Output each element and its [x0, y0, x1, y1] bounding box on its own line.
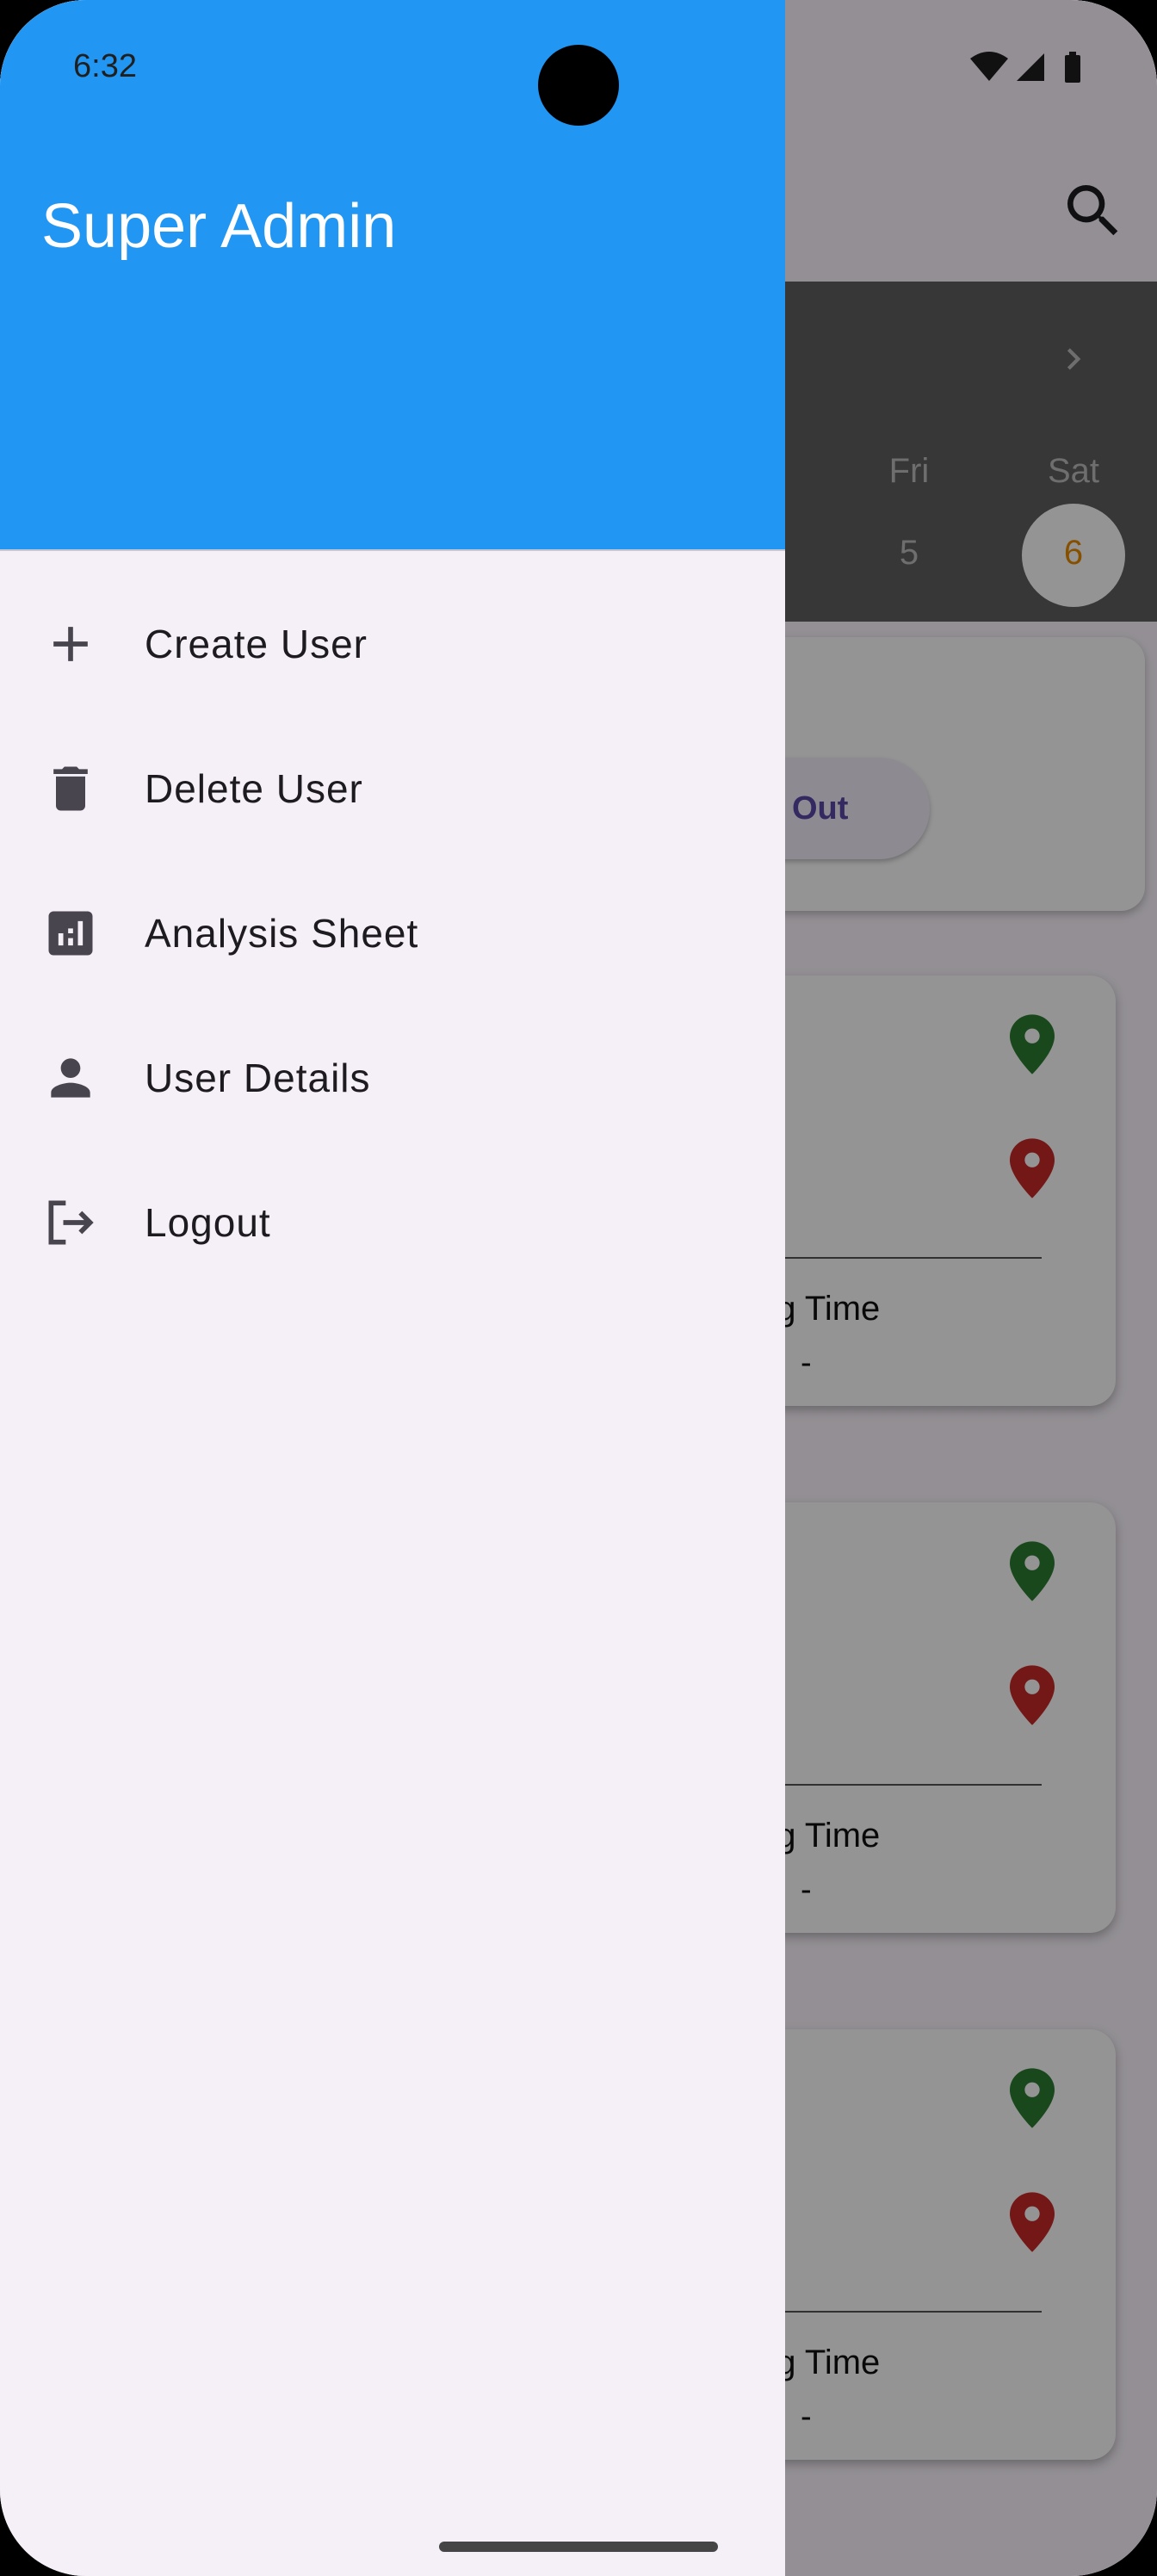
menu-item-label: Logout	[145, 1200, 271, 1245]
battery-icon	[1065, 55, 1080, 83]
person-icon	[51, 1058, 90, 1098]
signal-icon	[1017, 53, 1044, 81]
status-icons	[970, 52, 1080, 83]
menu-item-logout[interactable]: Logout	[0, 1150, 785, 1295]
menu-item-label: User Details	[145, 1056, 371, 1100]
menu-item-create-user[interactable]: Create User	[0, 572, 785, 716]
drawer-header-title: Super Admin	[41, 192, 397, 261]
menu-item-label: Create User	[145, 622, 368, 666]
camera-cutout	[538, 45, 619, 126]
menu-item-delete-user[interactable]: Delete User	[0, 716, 785, 861]
menu-item-user-details[interactable]: User Details	[0, 1006, 785, 1150]
drawer-header-divider	[0, 549, 785, 551]
trash-icon	[53, 766, 88, 811]
home-indicator[interactable]	[439, 2542, 718, 2552]
add-icon	[53, 627, 88, 661]
analytics-icon	[48, 911, 93, 956]
wifi-icon	[970, 52, 1008, 81]
menu-item-label: Delete User	[145, 766, 363, 811]
menu-item-analysis-sheet[interactable]: Analysis Sheet	[0, 861, 785, 1006]
navigation-drawer: Super Admin Create User Delete User Anal…	[0, 0, 785, 2576]
phone-screen: Fri Sat 5 6 Out ng Time - ng Time - ng T…	[0, 0, 1157, 2576]
status-time: 6:32	[73, 48, 137, 84]
logout-icon	[48, 1200, 94, 1245]
menu-item-label: Analysis Sheet	[145, 911, 419, 956]
